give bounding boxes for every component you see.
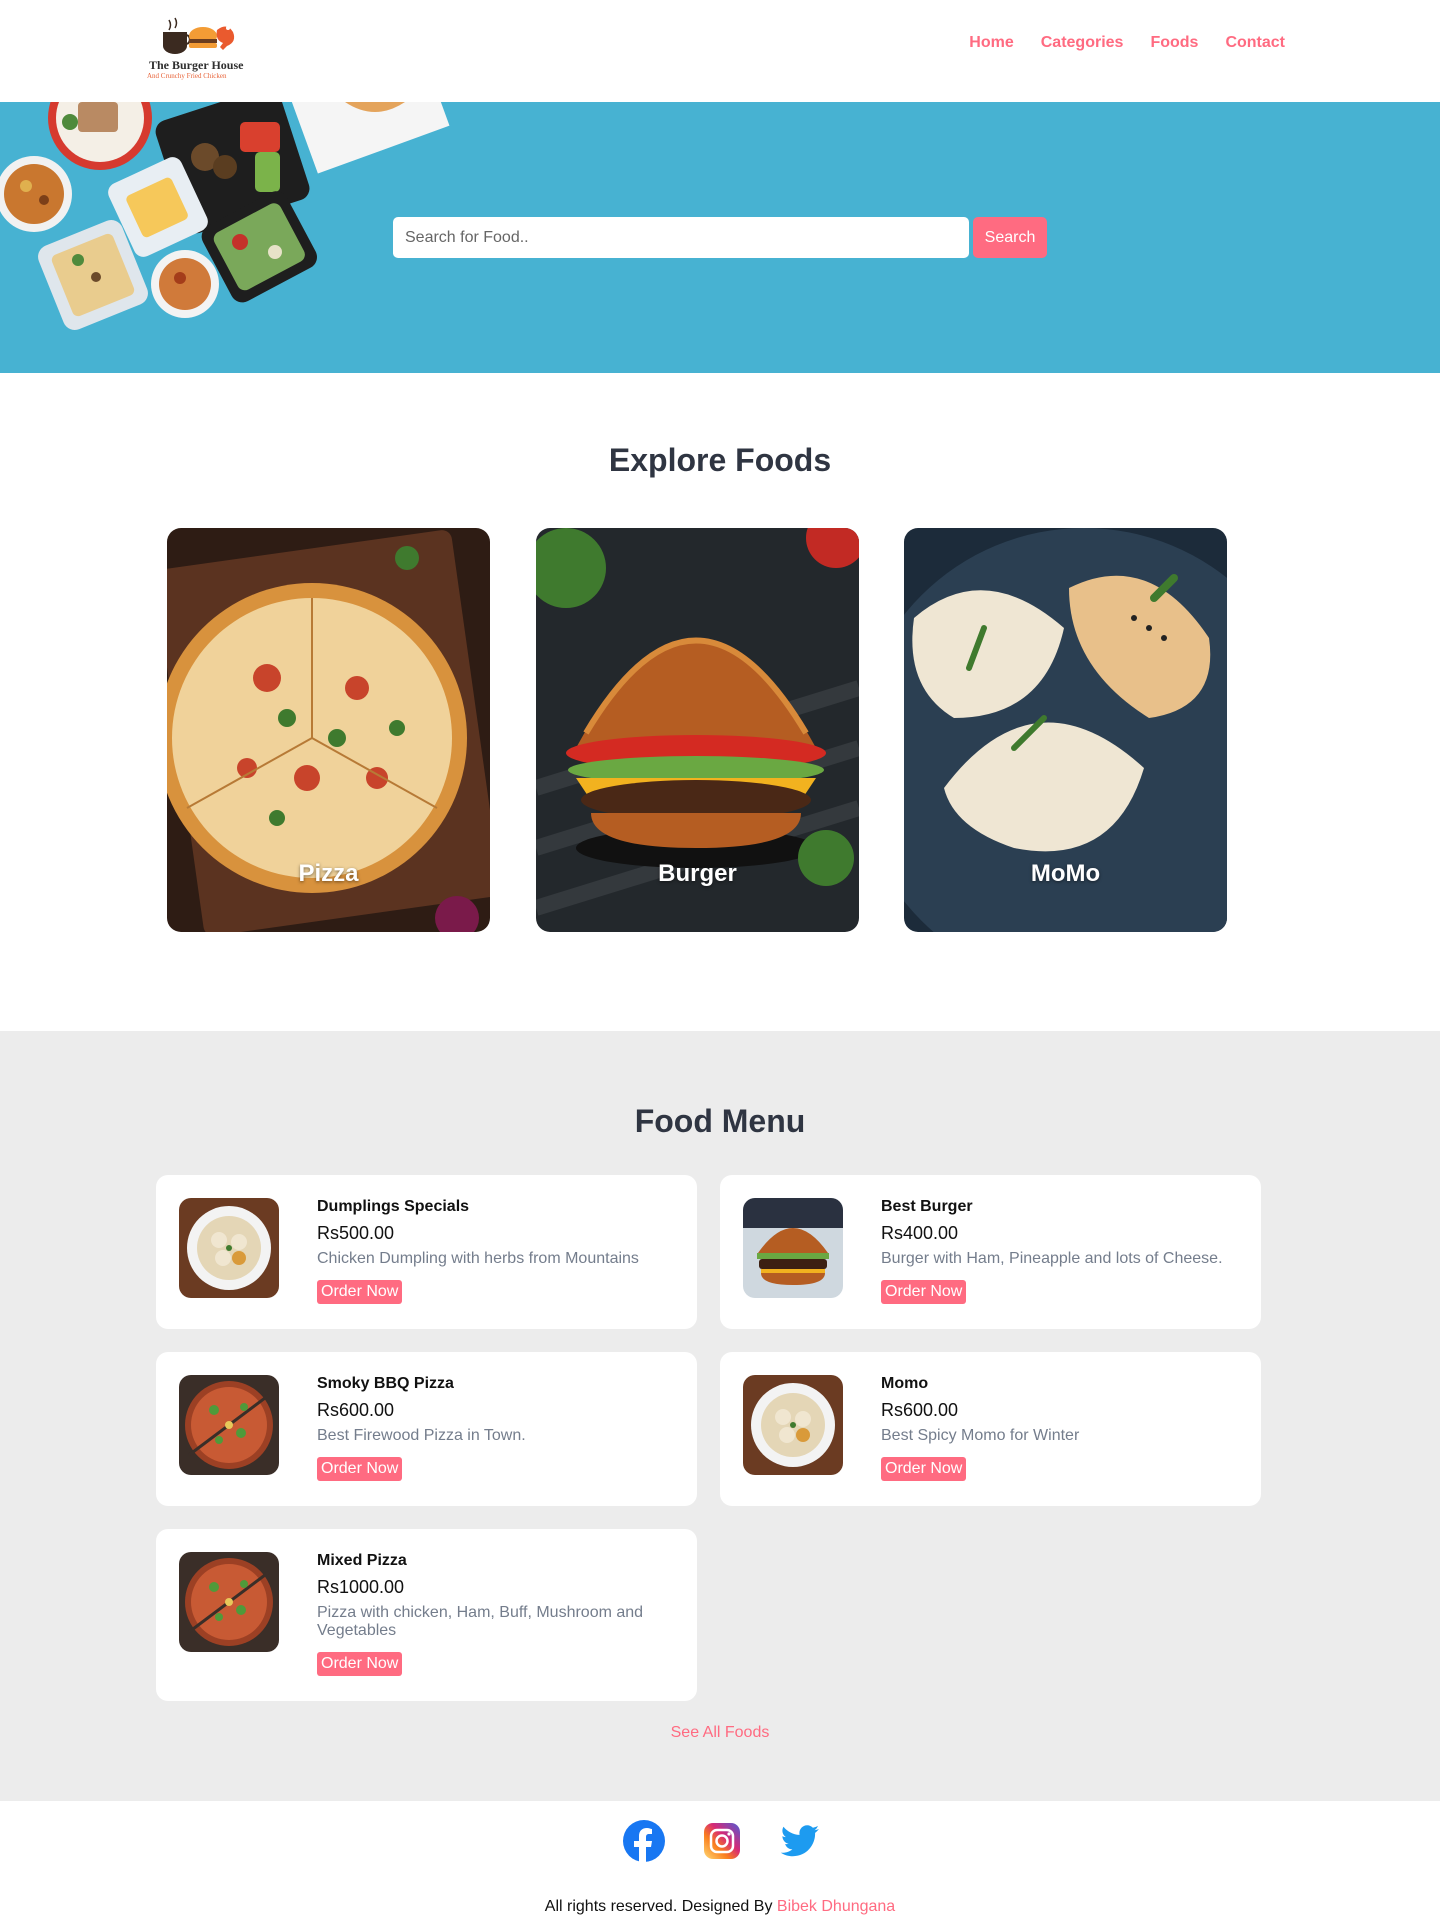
social-links xyxy=(623,1820,821,1862)
nav-home[interactable]: Home xyxy=(969,34,1013,52)
copyright-text: All rights reserved. Designed By Bibek D… xyxy=(0,1898,1440,1916)
logo-subtitle: And Crunchy Fried Chicken xyxy=(147,72,227,80)
menu-item: Smoky BBQ Pizza Rs600.00 Best Firewood P… xyxy=(156,1352,697,1506)
hero-search-section: Search xyxy=(0,102,1440,373)
designer-link[interactable]: Bibek Dhungana xyxy=(777,1898,895,1915)
menu-item-description: Best Firewood Pizza in Town. xyxy=(317,1427,526,1444)
category-card-momo[interactable]: MoMo xyxy=(904,528,1227,932)
menu-item: Mixed Pizza Rs1000.00 Pizza with chicken… xyxy=(156,1529,697,1701)
menu-item-name: Momo xyxy=(881,1375,929,1392)
menu-item-name: Smoky BBQ Pizza xyxy=(317,1375,454,1392)
menu-item-price: Rs1000.00 xyxy=(317,1577,405,1597)
pizza-thumbnail xyxy=(179,1375,279,1475)
site-footer: All rights reserved. Designed By Bibek D… xyxy=(0,1801,1440,1931)
menu-item-description: Chicken Dumpling with herbs from Mountai… xyxy=(317,1250,639,1267)
nav-contact[interactable]: Contact xyxy=(1225,34,1285,52)
burger-thumbnail xyxy=(743,1198,843,1298)
site-header: The Burger House And Crunchy Fried Chick… xyxy=(0,0,1440,102)
nav-foods[interactable]: Foods xyxy=(1150,34,1198,52)
menu-item-price: Rs500.00 xyxy=(317,1223,395,1243)
menu-item-description: Best Spicy Momo for Winter xyxy=(881,1427,1080,1444)
instagram-icon[interactable] xyxy=(701,1820,743,1862)
order-now-button[interactable]: Order Now xyxy=(317,1457,403,1481)
category-card-pizza[interactable]: Pizza xyxy=(167,528,490,932)
category-card-burger[interactable]: Burger xyxy=(536,528,859,932)
momo-plate-thumbnail xyxy=(179,1198,279,1298)
explore-title: Explore Foods xyxy=(608,442,832,478)
nav-categories[interactable]: Categories xyxy=(1041,34,1124,52)
menu-item-name: Best Burger xyxy=(881,1198,973,1215)
category-label-momo: MoMo xyxy=(1030,860,1101,887)
order-now-button[interactable]: Order Now xyxy=(317,1652,403,1676)
momo-plate-thumbnail xyxy=(743,1375,843,1475)
burger-logo-icon xyxy=(163,17,235,54)
menu-item: Momo Rs600.00 Best Spicy Momo for Winter… xyxy=(720,1352,1261,1506)
menu-item-price: Rs400.00 xyxy=(881,1223,959,1243)
search-input[interactable] xyxy=(393,217,969,258)
see-all-foods-link[interactable]: See All Foods xyxy=(0,1724,1440,1742)
menu-item-name: Dumplings Specials xyxy=(317,1198,470,1215)
menu-item-price: Rs600.00 xyxy=(317,1400,395,1420)
menu-item-price: Rs600.00 xyxy=(881,1400,959,1420)
main-nav: Home Categories Foods Contact xyxy=(969,34,1285,52)
menu-item: Best Burger Rs400.00 Burger with Ham, Pi… xyxy=(720,1175,1261,1329)
site-logo[interactable]: The Burger House And Crunchy Fried Chick… xyxy=(143,14,258,84)
logo-title: The Burger House xyxy=(149,58,244,72)
order-now-button[interactable]: Order Now xyxy=(881,1280,967,1304)
twitter-icon[interactable] xyxy=(779,1820,821,1862)
food-menu-section: Food Menu Dumplings Specials Rs500.00 Ch… xyxy=(0,1031,1440,1801)
menu-item-description: Burger with Ham, Pineapple and lots of C… xyxy=(881,1250,1223,1267)
menu-item-name: Mixed Pizza xyxy=(317,1552,407,1569)
category-label-burger: Burger xyxy=(658,860,737,887)
menu-item-description: Pizza with chicken, Ham, Buff, Mushroom … xyxy=(317,1604,644,1639)
menu-title: Food Menu xyxy=(634,1103,806,1139)
search-button[interactable]: Search xyxy=(973,217,1047,258)
pizza-thumbnail xyxy=(179,1552,279,1652)
order-now-button[interactable]: Order Now xyxy=(317,1280,403,1304)
copyright-label: All rights reserved. Designed By xyxy=(544,1898,777,1915)
order-now-button[interactable]: Order Now xyxy=(881,1457,967,1481)
menu-item: Dumplings Specials Rs500.00 Chicken Dump… xyxy=(156,1175,697,1329)
category-label-pizza: Pizza xyxy=(298,860,359,887)
explore-foods-section: Explore Foods Pizza Burger MoMo xyxy=(0,373,1440,1031)
facebook-icon[interactable] xyxy=(623,1820,665,1862)
